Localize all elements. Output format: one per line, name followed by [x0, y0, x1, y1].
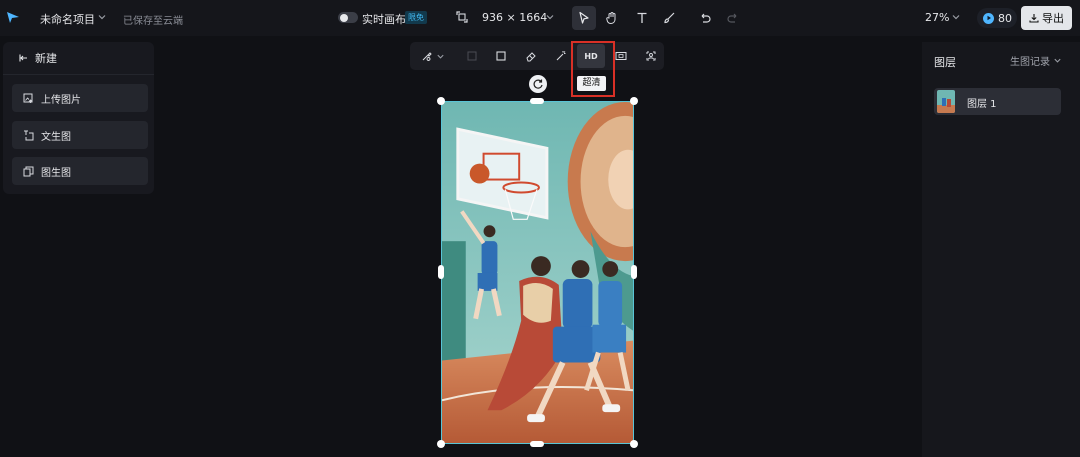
crop-icon: [496, 51, 506, 61]
generation-history-label: 生图记录: [1010, 57, 1050, 68]
realtime-canvas-toggle[interactable]: [338, 12, 358, 23]
collapse-arrow-icon: [19, 54, 27, 62]
hand-icon: [606, 12, 616, 25]
hand-tool-button[interactable]: [600, 6, 624, 30]
canvas-size[interactable]: 936 × 1664: [482, 11, 547, 24]
layer-item[interactable]: 图层 1: [934, 88, 1061, 115]
brush-icon: [664, 12, 675, 24]
redo-icon: [727, 13, 737, 23]
text-to-image-button[interactable]: 文生图: [12, 121, 148, 149]
brush-tool-button[interactable]: [657, 6, 681, 30]
chevron-down-icon: [1054, 58, 1061, 63]
resize-handle-bottom-left[interactable]: [437, 440, 445, 448]
realtime-canvas-label: 实时画布: [362, 13, 406, 26]
text-icon: [637, 12, 647, 23]
eraser-icon: [526, 52, 536, 62]
generation-history-dropdown[interactable]: 生图记录: [1010, 53, 1062, 68]
resize-handle-top-left[interactable]: [437, 97, 445, 105]
frame-lock-icon: [467, 51, 477, 61]
upload-image-icon: [23, 93, 33, 103]
chevron-down-icon[interactable]: [545, 11, 555, 23]
image-to-image-icon: [23, 166, 34, 176]
magic-brush-icon: [422, 52, 432, 61]
chevron-down-icon[interactable]: [951, 11, 961, 23]
image-to-image-label: 图生图: [41, 167, 71, 179]
canvas-size-icon[interactable]: [456, 11, 468, 23]
expand-frame-icon: [615, 52, 627, 60]
rotate-icon: [533, 79, 543, 89]
resize-handle-bottom-right[interactable]: [630, 440, 638, 448]
magic-wand-icon: [556, 51, 566, 61]
basketball-illustration: [442, 102, 633, 443]
export-button[interactable]: 导出: [1021, 6, 1072, 30]
cutout-icon: [646, 51, 656, 61]
free-badge: 限免: [405, 11, 427, 24]
resize-handle-right[interactable]: [631, 265, 637, 279]
upload-image-button[interactable]: 上传图片: [12, 84, 148, 112]
layers-panel-title: 图层: [934, 56, 956, 69]
resize-handle-left[interactable]: [438, 265, 444, 279]
top-bar: 未命名项目 已保存至云端 实时画布 限免 936 × 1664 27% 80 导…: [0, 0, 1080, 36]
image-to-image-button[interactable]: 图生图: [12, 157, 148, 185]
eraser-button[interactable]: [521, 46, 541, 66]
chevron-down-icon: [437, 54, 444, 59]
remove-background-button[interactable]: [641, 46, 661, 66]
eraser-dropdown-button[interactable]: [418, 46, 448, 66]
redo-button[interactable]: [721, 6, 745, 30]
text-tool-button[interactable]: [630, 6, 654, 30]
rotate-handle[interactable]: [529, 75, 547, 93]
resize-handle-bottom[interactable]: [530, 441, 544, 447]
create-panel: 新建 上传图片 文生图 图生图: [3, 42, 154, 194]
chevron-down-icon[interactable]: [97, 11, 107, 23]
create-panel-title: 新建: [35, 52, 57, 65]
credits-badge[interactable]: 80: [977, 8, 1017, 28]
zoom-level[interactable]: 27%: [925, 11, 949, 24]
play-coin-icon: [983, 12, 994, 24]
hd-tooltip: 超清: [577, 76, 606, 91]
download-icon: [1029, 14, 1039, 23]
magic-wand-button[interactable]: [551, 46, 571, 66]
upload-image-label: 上传图片: [41, 94, 81, 106]
credit-count: 80: [998, 11, 1012, 25]
undo-icon: [701, 13, 711, 23]
resize-handle-top[interactable]: [530, 98, 544, 104]
image-edit-toolbar: HD: [410, 42, 664, 70]
resize-handle-top-right[interactable]: [630, 97, 638, 105]
text-to-image-icon: [24, 130, 34, 140]
cursor-arrow-icon: [579, 11, 589, 24]
undo-button[interactable]: [693, 6, 717, 30]
crop-button[interactable]: [491, 46, 511, 66]
layers-panel: 图层 生图记录 图层 1: [922, 42, 1080, 457]
save-status: 已保存至云端: [123, 16, 183, 27]
project-name[interactable]: 未命名项目: [40, 11, 95, 27]
layer-name: 图层 1: [967, 99, 997, 110]
app-logo-icon[interactable]: [6, 10, 20, 24]
text-to-image-label: 文生图: [41, 131, 71, 143]
export-label: 导出: [1042, 12, 1064, 25]
lock-layer-button[interactable]: [462, 46, 482, 66]
canvas-image-layer[interactable]: [441, 101, 634, 444]
layer-thumbnail: [937, 90, 955, 113]
select-tool-button[interactable]: [572, 6, 596, 30]
create-panel-header[interactable]: 新建: [3, 42, 154, 75]
